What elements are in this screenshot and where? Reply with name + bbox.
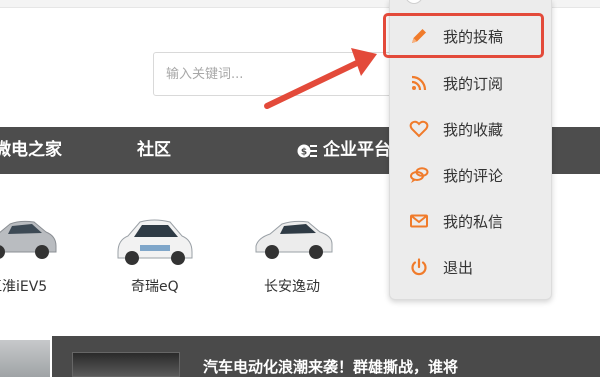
news-thumbnail[interactable] xyxy=(72,352,180,377)
car-image-1[interactable] xyxy=(0,212,90,264)
car-icon xyxy=(117,219,193,265)
avatar[interactable] xyxy=(405,0,423,4)
news-headline[interactable]: 汽车电动化浪潮来袭！群雄撕战，谁将 xyxy=(203,356,458,377)
news-thumbnail-left[interactable] xyxy=(0,340,50,377)
comment-icon xyxy=(410,167,429,183)
highlight-annotation-box xyxy=(383,13,544,58)
car-label-1[interactable]: 江淮iEV5 xyxy=(0,276,47,296)
envelope-icon xyxy=(410,214,428,228)
svg-text:$: $ xyxy=(301,147,307,157)
nav-item-community[interactable]: 社区 xyxy=(137,127,171,174)
car-label-2[interactable]: 奇瑞eQ xyxy=(131,276,179,296)
enterprise-icon: $ xyxy=(297,144,317,157)
nav-item-enterprise-label: 企业平台 xyxy=(323,140,391,160)
car-image-3[interactable] xyxy=(252,212,362,262)
menu-item-logout[interactable]: 退出 xyxy=(390,247,553,287)
power-icon xyxy=(411,258,427,276)
arrow-annotation-icon xyxy=(264,48,377,109)
menu-item-label: 我的评论 xyxy=(443,166,504,185)
menu-item-label: 退出 xyxy=(443,258,474,277)
menu-item-label: 我的收藏 xyxy=(443,120,504,139)
nav-item-home[interactable]: 微电之家 xyxy=(0,127,62,174)
car-icon xyxy=(0,220,57,259)
heart-icon xyxy=(409,120,429,138)
menu-item-my-subscriptions[interactable]: 我的订阅 xyxy=(390,63,553,103)
menu-item-my-comments[interactable]: 我的评论 xyxy=(390,155,553,195)
menu-item-my-messages[interactable]: 我的私信 xyxy=(390,201,553,241)
car-label-3[interactable]: 长安逸动 xyxy=(264,276,320,296)
menu-item-my-favorites[interactable]: 我的收藏 xyxy=(390,109,553,149)
nav-item-enterprise[interactable]: $ 企业平台 xyxy=(297,127,391,174)
menu-item-label: 我的订阅 xyxy=(443,74,504,93)
rss-icon xyxy=(411,75,427,91)
car-image-2[interactable] xyxy=(114,212,224,268)
car-icon xyxy=(255,220,333,259)
menu-item-label: 我的私信 xyxy=(443,212,504,231)
